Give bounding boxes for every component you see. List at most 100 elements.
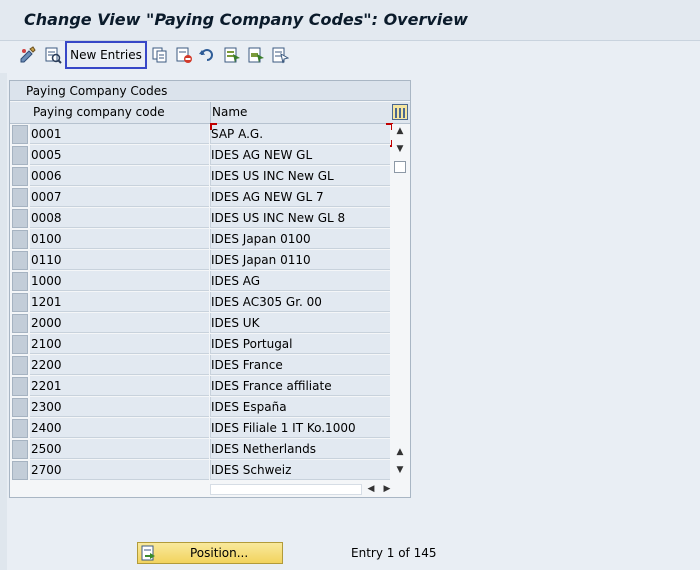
row-selector[interactable] <box>12 272 28 291</box>
table-row: 0001 SAP A.G. <box>10 123 410 147</box>
row-selector[interactable] <box>12 461 28 480</box>
position-icon <box>141 545 157 561</box>
deselect-all-icon[interactable] <box>271 46 289 64</box>
table-row: 0007 IDES AG NEW GL 7 <box>10 187 410 208</box>
cell-paying-company-code: 0007 <box>30 187 209 207</box>
cell-name: IDES AC305 Gr. 00 <box>210 292 390 312</box>
cell-paying-company-code: 2400 <box>30 418 209 438</box>
cell-name: IDES AG <box>210 271 390 291</box>
cell-paying-company-code: 2300 <box>30 397 209 417</box>
cell-paying-company-code: 2500 <box>30 439 209 459</box>
cell-name: IDES AG NEW GL 7 <box>210 187 390 207</box>
page-title: Change View "Paying Company Codes": Over… <box>24 10 468 29</box>
cell-paying-company-code: 0005 <box>30 145 209 165</box>
row-selector[interactable] <box>12 188 28 207</box>
row-selector[interactable] <box>12 356 28 375</box>
scroll-down-icon[interactable]: ▼ <box>392 142 408 156</box>
row-selector[interactable] <box>12 377 28 396</box>
focus-marker <box>210 123 217 130</box>
details-icon[interactable] <box>44 46 62 64</box>
table-header: Paying company code Name <box>10 102 410 124</box>
scroll-page-down-icon[interactable]: ▼ <box>392 463 408 477</box>
cell-paying-company-code: 1201 <box>30 292 209 312</box>
table-row: 2100 IDES Portugal <box>10 334 410 355</box>
cell-name: IDES Japan 0100 <box>210 229 390 249</box>
cell-paying-company-code: 2000 <box>30 313 209 333</box>
delete-icon[interactable] <box>175 46 193 64</box>
undo-change-icon[interactable] <box>198 46 216 64</box>
cell-name[interactable]: SAP A.G. <box>210 124 390 144</box>
row-selector[interactable] <box>12 419 28 438</box>
table-row: 2300 IDES España <box>10 397 410 418</box>
scroll-right-icon[interactable]: ▶ <box>380 481 394 497</box>
column-header-code[interactable]: Paying company code <box>31 102 211 123</box>
cell-name: IDES Portugal <box>210 334 390 354</box>
table-title: Paying Company Codes <box>10 81 410 101</box>
display-change-icon[interactable] <box>19 46 37 64</box>
table-row: 2000 IDES UK <box>10 313 410 334</box>
scroll-page-up-icon[interactable]: ▲ <box>392 445 408 459</box>
new-entries-button[interactable]: New Entries <box>65 41 147 69</box>
row-selector[interactable] <box>12 146 28 165</box>
table-row: 2400 IDES Filiale 1 IT Ko.1000 <box>10 418 410 439</box>
table-row: 1201 IDES AC305 Gr. 00 <box>10 292 410 313</box>
cell-name: IDES France affiliate <box>210 376 390 396</box>
cell-paying-company-code: 1000 <box>30 271 209 291</box>
copy-as-icon[interactable] <box>151 46 169 64</box>
scroll-thumb[interactable] <box>394 161 406 173</box>
table-row: 2500 IDES Netherlands <box>10 439 410 460</box>
row-selector[interactable] <box>12 440 28 459</box>
table-row: 0100 IDES Japan 0100 <box>10 229 410 250</box>
cell-name: IDES France <box>210 355 390 375</box>
cell-paying-company-code: 0008 <box>30 208 209 228</box>
cell-name: IDES US INC New GL 8 <box>210 208 390 228</box>
table-row: 0110 IDES Japan 0110 <box>10 250 410 271</box>
vertical-scrollbar[interactable]: ▲ ▼ ▲ ▼ <box>392 124 408 481</box>
cell-name: IDES Schweiz <box>210 460 390 480</box>
cell-paying-company-code: 2200 <box>30 355 209 375</box>
row-selector[interactable] <box>12 251 28 270</box>
table-panel: Paying Company Codes Paying company code… <box>9 80 411 498</box>
title-bar: Change View "Paying Company Codes": Over… <box>0 0 700 41</box>
position-button-label: Position... <box>190 546 249 560</box>
cell-name: IDES España <box>210 397 390 417</box>
horizontal-scroll-track[interactable] <box>210 484 362 495</box>
row-selector[interactable] <box>12 125 28 144</box>
table-row: 2201 IDES France affiliate <box>10 376 410 397</box>
cell-name: IDES US INC New GL <box>210 166 390 186</box>
cell-paying-company-code: 2201 <box>30 376 209 396</box>
horizontal-scrollbar[interactable]: ◀ ▶ <box>210 481 400 497</box>
cell-name: IDES Japan 0110 <box>210 250 390 270</box>
table-settings-icon[interactable] <box>392 104 408 120</box>
row-selector[interactable] <box>12 314 28 333</box>
column-header-name[interactable]: Name <box>210 102 392 123</box>
table-row: 2700 IDES Schweiz <box>10 460 410 481</box>
row-selector[interactable] <box>12 398 28 417</box>
cell-name: IDES Netherlands <box>210 439 390 459</box>
cell-name: IDES AG NEW GL <box>210 145 390 165</box>
table-row: 0008 IDES US INC New GL 8 <box>10 208 410 229</box>
cell-name: IDES Filiale 1 IT Ko.1000 <box>210 418 390 438</box>
cell-paying-company-code: 0001 <box>30 124 209 144</box>
row-selector[interactable] <box>12 293 28 312</box>
row-selector[interactable] <box>12 335 28 354</box>
cell-paying-company-code: 2700 <box>30 460 209 480</box>
position-button[interactable]: Position... <box>137 542 283 564</box>
scroll-left-icon[interactable]: ◀ <box>364 481 378 497</box>
row-selector[interactable] <box>12 209 28 228</box>
table-row: 0005 IDES AG NEW GL <box>10 145 410 166</box>
table-row: 1000 IDES AG <box>10 271 410 292</box>
entry-counter: Entry 1 of 145 <box>351 546 437 560</box>
cell-paying-company-code: 0006 <box>30 166 209 186</box>
row-selector[interactable] <box>12 167 28 186</box>
scroll-up-icon[interactable]: ▲ <box>392 124 408 138</box>
row-selector[interactable] <box>12 230 28 249</box>
table-row: 0006 IDES US INC New GL <box>10 166 410 187</box>
table-row: 2200 IDES France <box>10 355 410 376</box>
cell-paying-company-code: 0110 <box>30 250 209 270</box>
cell-name: IDES UK <box>210 313 390 333</box>
select-all-icon[interactable] <box>223 46 241 64</box>
cell-paying-company-code: 0100 <box>30 229 209 249</box>
left-edge <box>0 73 7 570</box>
select-block-icon[interactable] <box>247 46 265 64</box>
